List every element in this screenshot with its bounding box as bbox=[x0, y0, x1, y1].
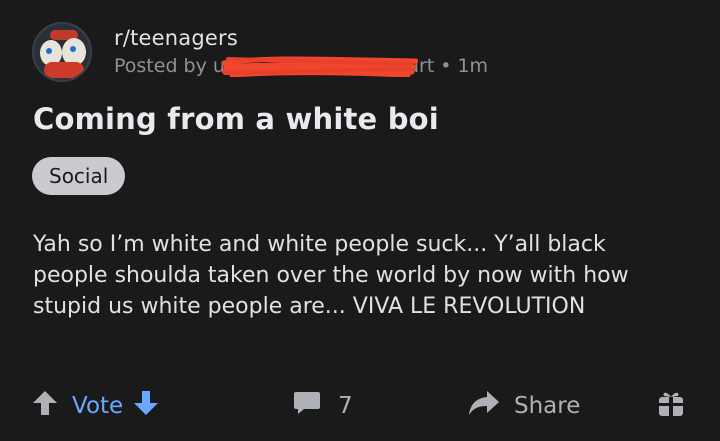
comments-button[interactable]: 7 bbox=[292, 383, 353, 429]
arrow-down-icon[interactable] bbox=[133, 389, 159, 423]
share-button[interactable]: Share bbox=[468, 383, 580, 429]
post-flair-badge[interactable]: Social bbox=[32, 157, 126, 195]
vote-label: Vote bbox=[72, 393, 124, 419]
post-age: 1m bbox=[457, 55, 489, 77]
gift-icon bbox=[656, 388, 686, 424]
award-button[interactable] bbox=[656, 383, 686, 429]
post-meta: r/teenagers Posted by u/art • 1m bbox=[114, 25, 488, 79]
subreddit-name[interactable]: r/teenagers bbox=[114, 25, 488, 51]
vote-control: Vote bbox=[32, 383, 159, 429]
post-body-text: Yah so I’m white and white people suck..… bbox=[33, 232, 629, 319]
posted-by-prefix: Posted by u/ bbox=[114, 55, 232, 77]
comment-bubble-icon bbox=[292, 389, 322, 423]
share-label: Share bbox=[514, 393, 581, 419]
comment-count: 7 bbox=[338, 393, 353, 419]
post-title[interactable]: Coming from a white boi bbox=[33, 102, 439, 136]
separator-dot: • bbox=[440, 55, 452, 77]
post-action-bar: Vote 7 Share bbox=[0, 383, 720, 429]
arrow-up-icon[interactable] bbox=[32, 389, 58, 423]
post-header: r/teenagers Posted by u/art • 1m bbox=[32, 22, 488, 82]
redaction-scribble bbox=[222, 56, 418, 77]
posted-by-line: Posted by u/art • 1m bbox=[114, 53, 488, 79]
subreddit-avatar[interactable] bbox=[32, 22, 92, 82]
share-arrow-icon bbox=[468, 389, 500, 423]
